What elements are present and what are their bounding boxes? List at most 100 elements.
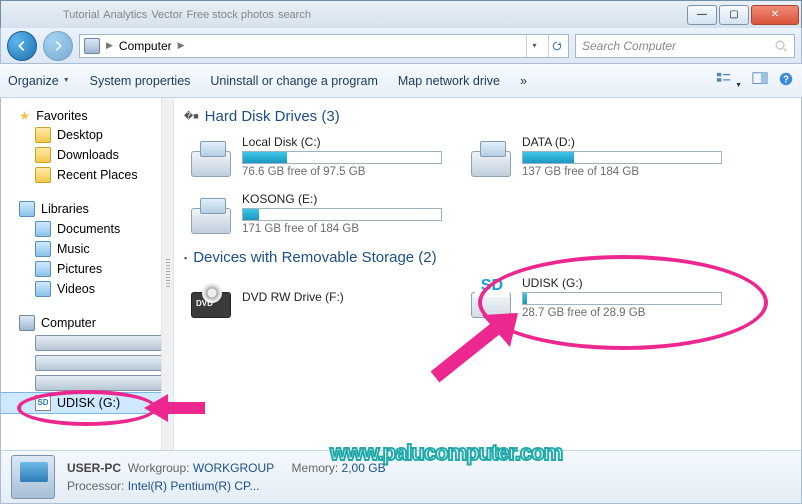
back-button[interactable] bbox=[7, 31, 37, 61]
search-placeholder: Search Computer bbox=[582, 39, 676, 53]
chevron-right-icon: ▶ bbox=[178, 40, 185, 51]
bg-tab: search bbox=[278, 9, 311, 21]
drive-label: UDISK (G:) bbox=[522, 276, 738, 290]
collapse-icon: ▪ bbox=[184, 253, 187, 263]
drive-label: DATA (D:) bbox=[522, 135, 738, 149]
drive-local-disk-c[interactable]: Local Disk (C:) 76.6 GB free of 97.5 GB bbox=[184, 131, 464, 188]
sidebar-item-videos[interactable]: Videos bbox=[1, 279, 161, 299]
forward-button[interactable] bbox=[43, 31, 73, 61]
libraries-group[interactable]: Libraries bbox=[1, 197, 161, 219]
section-hard-disk-drives[interactable]: �■Hard Disk Drives (3) bbox=[184, 104, 791, 131]
libraries-icon bbox=[19, 201, 35, 217]
sidebar-item-downloads[interactable]: Downloads bbox=[1, 145, 161, 165]
map-drive-button[interactable]: Map network drive bbox=[398, 74, 500, 88]
explorer-body: ★Favorites Desktop Downloads Recent Plac… bbox=[0, 98, 802, 450]
chevron-right-icon: ▶ bbox=[106, 40, 113, 51]
sidebar-item-pictures[interactable]: Pictures bbox=[1, 259, 161, 279]
uninstall-button[interactable]: Uninstall or change a program bbox=[210, 74, 377, 88]
sidebar-item-desktop[interactable]: Desktop bbox=[1, 125, 161, 145]
titlebar: Tutorial Analytics Vector Free stock pho… bbox=[0, 0, 802, 28]
svg-text:?: ? bbox=[783, 75, 789, 86]
processor-label: Processor: bbox=[67, 479, 124, 493]
dvd-drive-icon bbox=[190, 278, 232, 318]
breadcrumb-segment[interactable]: Computer bbox=[119, 39, 172, 53]
section-removable-storage[interactable]: ▪Devices with Removable Storage (2) bbox=[184, 245, 791, 272]
memory-value: 2,00 GB bbox=[342, 461, 386, 475]
view-icon bbox=[716, 71, 732, 87]
drive-free-text: 171 GB free of 184 GB bbox=[242, 223, 458, 235]
usage-bar bbox=[242, 208, 442, 221]
bg-tab: Free stock photos bbox=[187, 9, 274, 21]
workgroup-label: Workgroup: bbox=[128, 461, 190, 475]
help-icon: ? bbox=[778, 71, 794, 87]
splitter[interactable] bbox=[161, 98, 174, 450]
usage-bar bbox=[522, 292, 722, 305]
drive-icon bbox=[35, 375, 161, 391]
arrow-right-icon bbox=[51, 39, 65, 53]
usage-bar bbox=[522, 151, 722, 164]
address-dropdown-button[interactable]: ▾ bbox=[526, 35, 542, 57]
documents-icon bbox=[35, 221, 51, 237]
details-pane: USER-PC Workgroup: WORKGROUP Memory: 2,0… bbox=[0, 450, 802, 504]
sidebar-item-udisk-g[interactable]: SDUDISK (G:) bbox=[1, 393, 161, 413]
drive-label: DVD RW Drive (F:) bbox=[242, 290, 458, 304]
computer-group[interactable]: Computer bbox=[1, 311, 161, 333]
organize-button[interactable]: Organize▼ bbox=[8, 74, 70, 88]
drive-icon bbox=[35, 355, 161, 371]
minimize-button[interactable]: — bbox=[687, 5, 717, 25]
sidebar-item-music[interactable]: Music bbox=[1, 239, 161, 259]
computer-large-icon bbox=[11, 455, 55, 499]
sd-card-icon bbox=[470, 278, 512, 318]
computer-icon bbox=[19, 315, 35, 331]
toolbar-overflow[interactable]: » bbox=[520, 74, 527, 88]
search-box[interactable]: Search Computer bbox=[575, 34, 795, 58]
drive-icon bbox=[35, 335, 161, 351]
sidebar-item-documents[interactable]: Documents bbox=[1, 219, 161, 239]
hard-drive-icon bbox=[190, 137, 232, 177]
command-bar: Organize▼ System properties Uninstall or… bbox=[0, 64, 802, 98]
sidebar-item-kosong-e[interactable]: KOSONG (E:) bbox=[1, 373, 161, 393]
drive-dvd-f[interactable]: DVD RW Drive (F:) bbox=[184, 272, 464, 329]
music-icon bbox=[35, 241, 51, 257]
computer-icon bbox=[84, 38, 100, 54]
drive-kosong-e[interactable]: KOSONG (E:) 171 GB free of 184 GB bbox=[184, 188, 464, 245]
bg-tab: Analytics bbox=[103, 9, 147, 21]
sidebar-item-local-disk-c[interactable]: Local Disk (C:) bbox=[1, 333, 161, 353]
videos-icon bbox=[35, 281, 51, 297]
sidebar-item-data-d[interactable]: DATA (D:) bbox=[1, 353, 161, 373]
drive-free-text: 28.7 GB free of 28.9 GB bbox=[522, 307, 738, 319]
content-pane: �■Hard Disk Drives (3) Local Disk (C:) 7… bbox=[174, 98, 801, 450]
refresh-icon bbox=[551, 40, 563, 52]
collapse-icon: �■ bbox=[184, 111, 199, 122]
favorites-group[interactable]: ★Favorites bbox=[1, 104, 161, 125]
arrow-left-icon bbox=[15, 39, 29, 53]
help-button[interactable]: ? bbox=[778, 71, 794, 90]
star-icon: ★ bbox=[19, 108, 30, 123]
view-options-button[interactable]: ▼ bbox=[716, 71, 742, 90]
usage-bar bbox=[242, 151, 442, 164]
close-button[interactable]: ✕ bbox=[751, 5, 799, 25]
chevron-down-icon: ▼ bbox=[63, 77, 70, 84]
maximize-button[interactable]: ▢ bbox=[719, 5, 749, 25]
preview-pane-button[interactable] bbox=[752, 71, 768, 90]
drive-udisk-g[interactable]: UDISK (G:) 28.7 GB free of 28.9 GB bbox=[464, 272, 744, 329]
search-icon bbox=[774, 39, 788, 53]
processor-value: Intel(R) Pentium(R) CP... bbox=[128, 479, 260, 493]
bg-tab: Vector bbox=[151, 9, 182, 21]
address-bar[interactable]: ▶ Computer ▶ ▾ bbox=[79, 34, 569, 58]
hard-drive-icon bbox=[470, 137, 512, 177]
pictures-icon bbox=[35, 261, 51, 277]
drive-data-d[interactable]: DATA (D:) 137 GB free of 184 GB bbox=[464, 131, 744, 188]
drive-free-text: 76.6 GB free of 97.5 GB bbox=[242, 166, 458, 178]
downloads-icon bbox=[35, 147, 51, 163]
navigation-pane: ★Favorites Desktop Downloads Recent Plac… bbox=[1, 98, 161, 450]
desktop-icon bbox=[35, 127, 51, 143]
refresh-button[interactable] bbox=[548, 35, 564, 57]
recent-icon bbox=[35, 167, 51, 183]
system-properties-button[interactable]: System properties bbox=[90, 74, 191, 88]
drive-free-text: 137 GB free of 184 GB bbox=[522, 166, 738, 178]
memory-label: Memory: bbox=[292, 461, 339, 475]
navbar: ▶ Computer ▶ ▾ Search Computer bbox=[0, 28, 802, 64]
sidebar-item-recent[interactable]: Recent Places bbox=[1, 165, 161, 185]
sd-card-icon: SD bbox=[35, 395, 51, 411]
